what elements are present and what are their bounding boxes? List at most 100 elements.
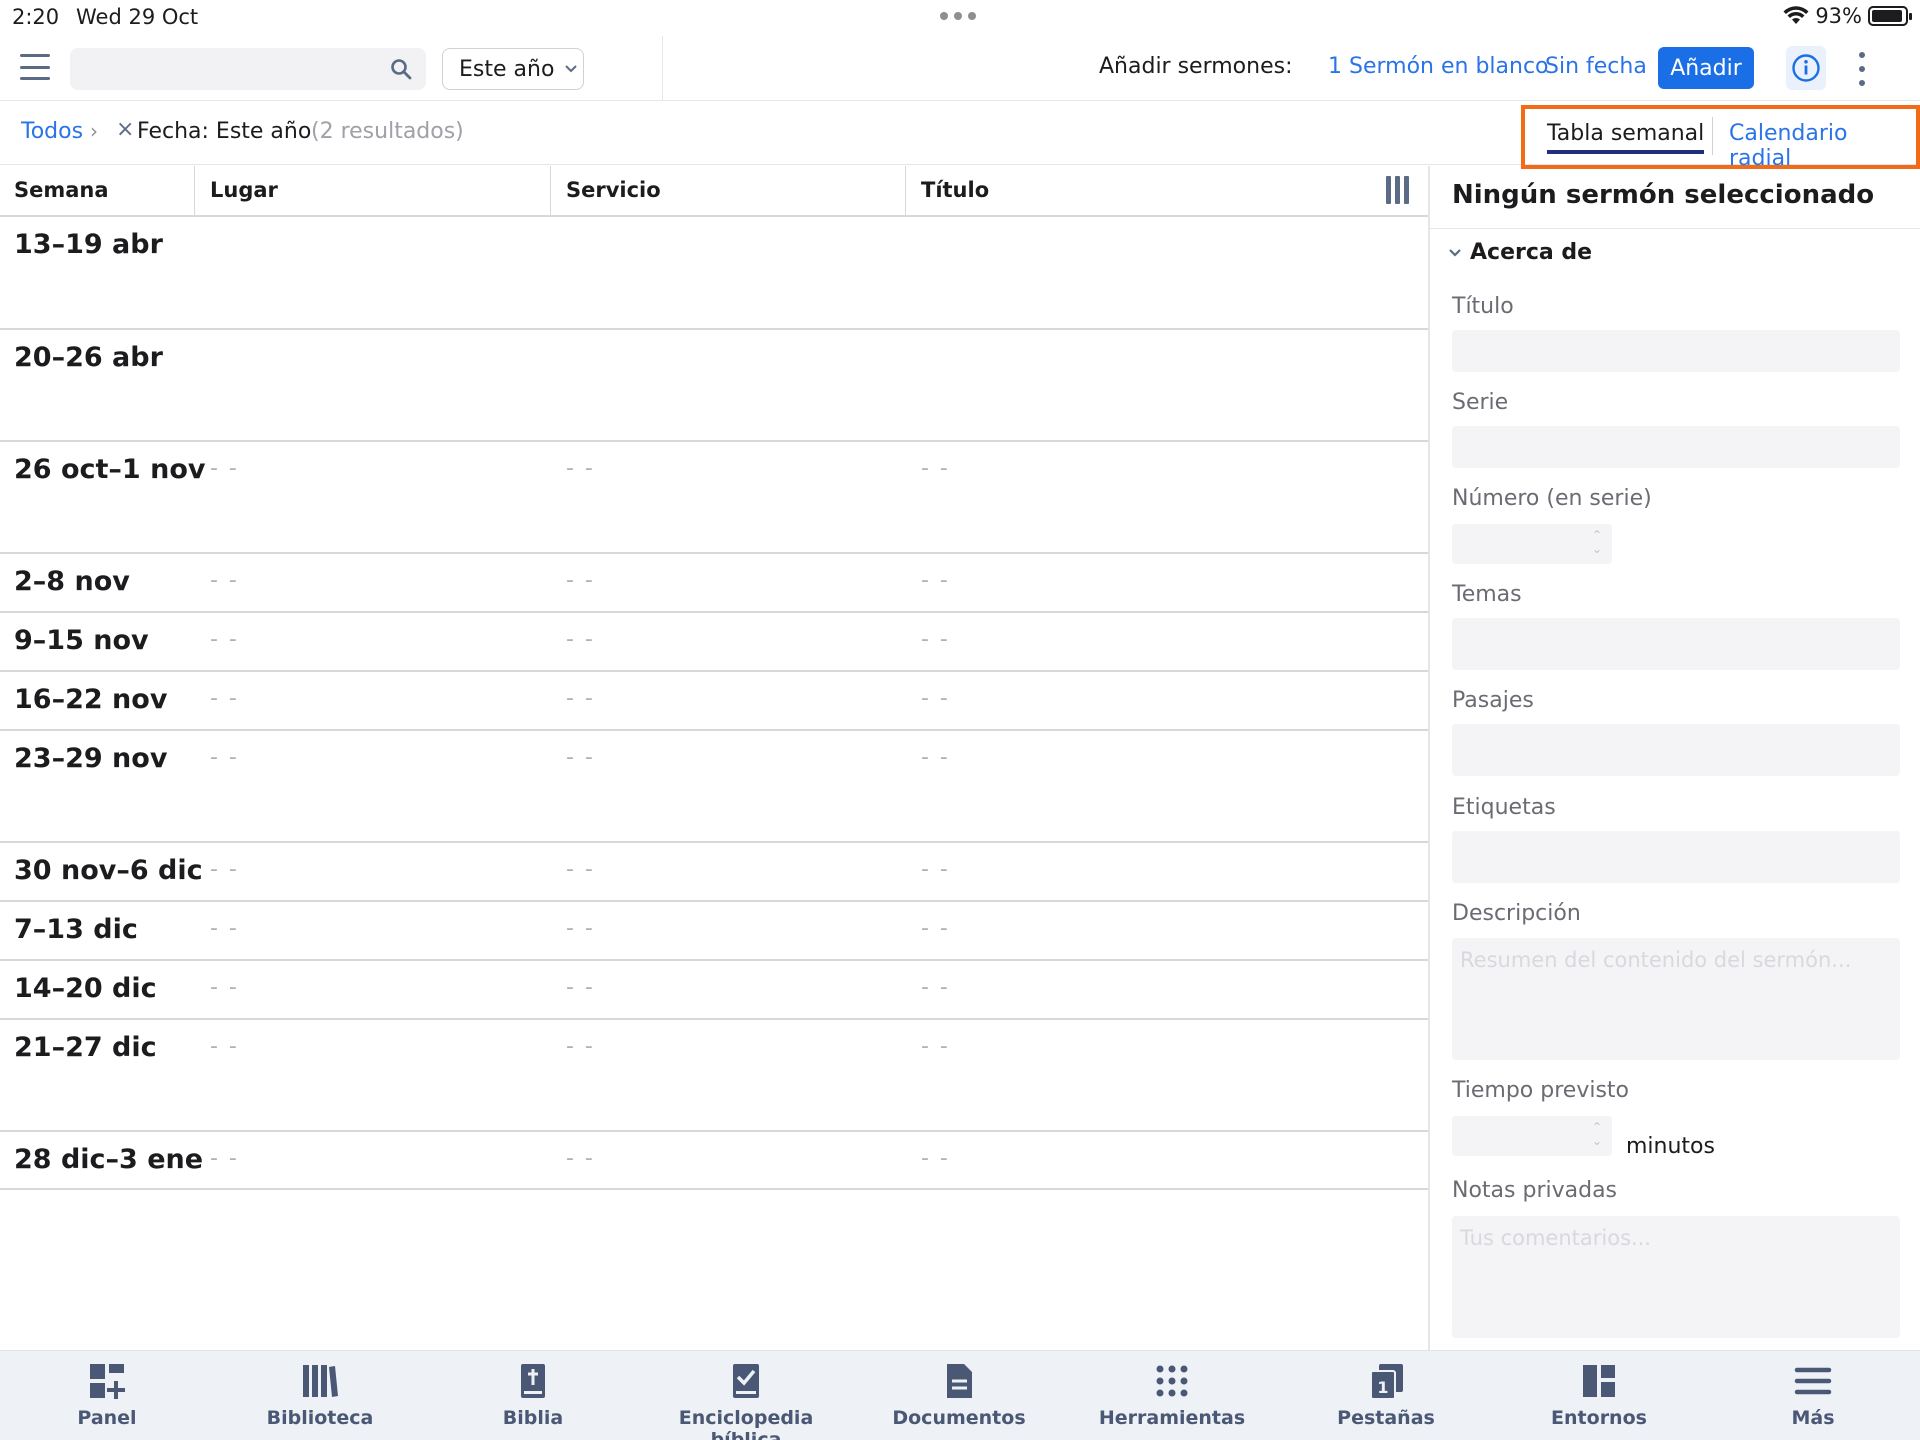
svg-text:1: 1 bbox=[1377, 1378, 1388, 1397]
column-divider bbox=[550, 166, 551, 217]
table-row[interactable]: 13–19 abr bbox=[0, 217, 1428, 330]
stepper-arrows-icon[interactable]: ⌃ ⌄ bbox=[1592, 1120, 1602, 1148]
search-input[interactable] bbox=[82, 48, 372, 90]
title-cell: - - bbox=[921, 916, 950, 941]
title-cell: - - bbox=[921, 857, 950, 882]
search-icon[interactable] bbox=[390, 58, 412, 80]
week-cell: 21–27 dic bbox=[14, 1032, 157, 1063]
place-cell: - - bbox=[210, 916, 239, 941]
service-cell: - - bbox=[566, 916, 595, 941]
stepper-arrows-icon[interactable]: ⌃ ⌄ bbox=[1592, 528, 1602, 556]
week-cell: 20–26 abr bbox=[14, 342, 163, 373]
table-row[interactable]: 26 oct–1 nov - - - - - - bbox=[0, 442, 1428, 554]
place-cell: - - bbox=[210, 745, 239, 770]
service-cell: - - bbox=[566, 857, 595, 882]
tabs-icon: 1 bbox=[1370, 1364, 1403, 1400]
panel-title: Ningún sermón seleccionado bbox=[1452, 180, 1875, 210]
table-row[interactable]: 14–20 dic - - - - - - bbox=[0, 961, 1428, 1020]
series-field[interactable] bbox=[1452, 426, 1900, 468]
table-row[interactable]: 2–8 nov - - - - - - bbox=[0, 554, 1428, 613]
add-count-field[interactable]: 1 bbox=[1328, 54, 1342, 79]
tags-field[interactable] bbox=[1452, 831, 1900, 883]
planned-time-stepper[interactable]: ⌃ ⌄ bbox=[1452, 1116, 1612, 1156]
tab-label: Pestañas bbox=[1337, 1407, 1435, 1429]
breadcrumb-all[interactable]: Todos bbox=[21, 119, 83, 144]
results-count: (2 resultados) bbox=[311, 119, 464, 144]
tab-bible[interactable]: Biblia bbox=[433, 1361, 633, 1429]
status-date: Wed 29 Oct bbox=[76, 5, 199, 29]
tab-radial-calendar[interactable]: Calendario radial bbox=[1729, 121, 1916, 171]
menu-icon[interactable] bbox=[20, 54, 50, 80]
title-cell: - - bbox=[921, 568, 950, 593]
week-cell: 30 nov–6 dic bbox=[14, 855, 203, 886]
title-field[interactable] bbox=[1452, 330, 1900, 372]
tab-divider bbox=[1712, 117, 1713, 155]
tab-more[interactable]: Más bbox=[1713, 1361, 1913, 1429]
tab-tools[interactable]: Herramientas bbox=[1072, 1361, 1272, 1429]
remove-filter-icon[interactable]: × bbox=[116, 117, 134, 142]
minutes-label: minutos bbox=[1626, 1134, 1715, 1159]
table-row[interactable]: 28 dic–3 ene - - - - - - bbox=[0, 1132, 1428, 1190]
tab-label: Biblia bbox=[502, 1407, 564, 1429]
table-row[interactable]: 30 nov–6 dic - - - - - - bbox=[0, 843, 1428, 902]
column-header-week[interactable]: Semana bbox=[14, 178, 109, 202]
table-row[interactable]: 16–22 nov - - - - - - bbox=[0, 672, 1428, 731]
bible-icon bbox=[521, 1364, 545, 1398]
column-header-title[interactable]: Título bbox=[921, 178, 989, 202]
no-date-option[interactable]: Sin fecha bbox=[1545, 54, 1647, 79]
search-box[interactable] bbox=[70, 48, 426, 90]
table-row[interactable]: 20–26 abr bbox=[0, 330, 1428, 442]
title-cell: - - bbox=[921, 975, 950, 1000]
tab-tabs[interactable]: 1 Pestañas bbox=[1286, 1361, 1486, 1429]
column-header-place[interactable]: Lugar bbox=[210, 178, 278, 202]
service-cell: - - bbox=[566, 1034, 595, 1059]
tab-weekly-table[interactable]: Tabla semanal bbox=[1547, 121, 1705, 154]
year-filter-select[interactable]: Este año bbox=[442, 48, 584, 90]
title-cell: - - bbox=[921, 1146, 950, 1171]
service-cell: - - bbox=[566, 686, 595, 711]
place-cell: - - bbox=[210, 975, 239, 1000]
title-cell: - - bbox=[921, 456, 950, 481]
status-right: 93% bbox=[1783, 4, 1912, 28]
toolbar-divider bbox=[662, 36, 663, 100]
series-number-stepper[interactable]: ⌃ ⌄ bbox=[1452, 524, 1612, 564]
tab-label: Documentos bbox=[892, 1407, 1026, 1429]
tab-bible-encyclopedia[interactable]: Enciclopedia bíblica bbox=[646, 1361, 846, 1440]
tab-panel[interactable]: Panel bbox=[7, 1361, 207, 1429]
tab-documents[interactable]: Documentos bbox=[859, 1361, 1059, 1429]
tags-field-label: Etiquetas bbox=[1452, 795, 1556, 820]
column-divider bbox=[905, 166, 906, 217]
place-cell: - - bbox=[210, 627, 239, 652]
column-header-service[interactable]: Servicio bbox=[566, 178, 661, 202]
more-menu-icon bbox=[1794, 1367, 1832, 1395]
tab-label: Más bbox=[1791, 1407, 1835, 1429]
columns-icon[interactable] bbox=[1386, 176, 1409, 204]
table-row[interactable]: 23–29 nov - - - - - - bbox=[0, 731, 1428, 843]
tab-library[interactable]: Biblioteca bbox=[220, 1361, 420, 1429]
topics-field[interactable] bbox=[1452, 618, 1900, 670]
table-row[interactable]: 7–13 dic - - - - - - bbox=[0, 902, 1428, 961]
sermon-table: Semana Lugar Servicio Título 13–19 abr 2… bbox=[0, 166, 1428, 1350]
private-notes-field[interactable]: Tus comentarios... bbox=[1452, 1216, 1900, 1338]
place-cell: - - bbox=[210, 1034, 239, 1059]
column-divider bbox=[194, 166, 195, 217]
blank-sermon-option[interactable]: Sermón en blanco bbox=[1349, 54, 1549, 79]
multitasking-dots-icon[interactable] bbox=[940, 12, 976, 20]
info-button[interactable] bbox=[1786, 46, 1826, 90]
passages-field[interactable] bbox=[1452, 724, 1900, 776]
about-section-toggle[interactable]: Acerca de bbox=[1448, 240, 1592, 265]
service-cell: - - bbox=[566, 568, 595, 593]
series-field-label: Serie bbox=[1452, 390, 1509, 415]
table-row[interactable]: 21–27 dic - - - - - - bbox=[0, 1020, 1428, 1132]
chevron-down-icon bbox=[1449, 248, 1461, 257]
place-cell: - - bbox=[210, 456, 239, 481]
service-cell: - - bbox=[566, 975, 595, 1000]
add-button[interactable]: Añadir bbox=[1658, 47, 1754, 89]
title-cell: - - bbox=[921, 1034, 950, 1059]
description-field[interactable]: Resumen del contenido del sermón... bbox=[1452, 938, 1900, 1060]
tab-layouts[interactable]: Entornos bbox=[1499, 1361, 1699, 1429]
table-row[interactable]: 9–15 nov - - - - - - bbox=[0, 613, 1428, 672]
more-options-icon[interactable] bbox=[1852, 52, 1872, 86]
service-cell: - - bbox=[566, 745, 595, 770]
library-icon bbox=[303, 1365, 338, 1397]
